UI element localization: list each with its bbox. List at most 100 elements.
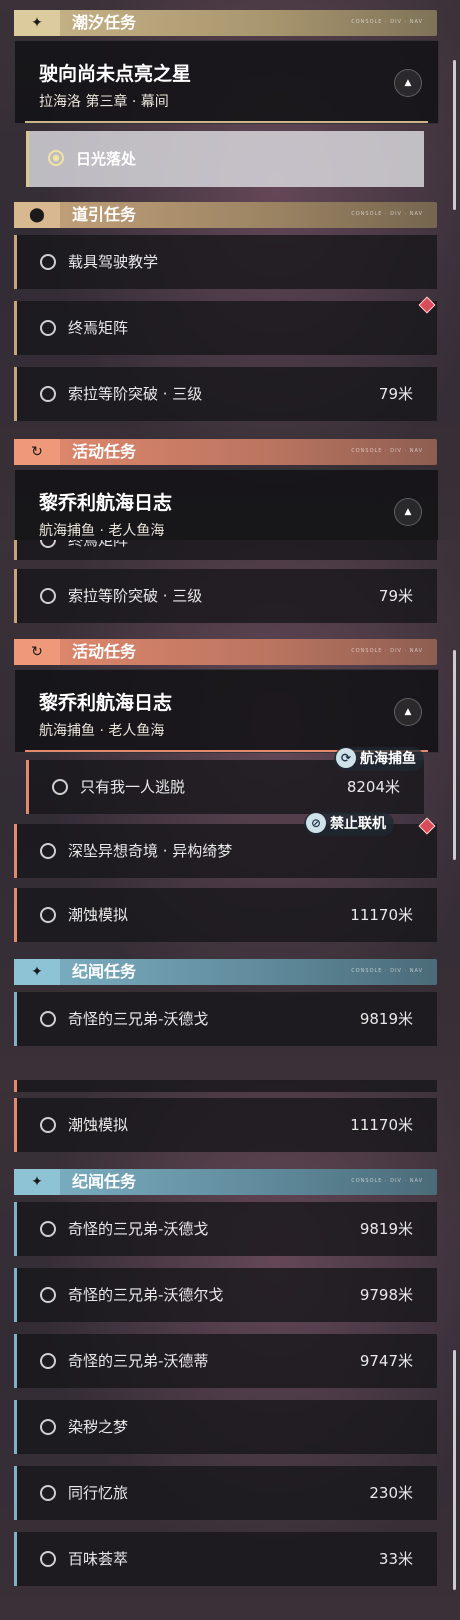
category-label: 活动任务 [72,642,137,661]
row-accent [14,992,17,1046]
row-accent [14,1466,17,1520]
row-accent [14,1532,17,1586]
category-header-event[interactable]: ↻ 活动任务 CONSOLE · DIV · NAV [14,439,437,465]
task-name: 日光落处 [76,150,137,168]
task-distance: 9747米 [359,1352,413,1370]
quest-subtitle: 航海捕鱼 · 老人鱼海 [39,523,165,539]
task-row[interactable]: 潮蚀模拟 11170米 [14,1098,437,1152]
radio-icon [40,254,56,270]
task-distance: 9798米 [359,1286,413,1304]
quest-card-event[interactable]: 黎乔利航海日志 航海捕鱼 · 老人鱼海 ▲ [14,669,439,753]
task-name: 奇怪的三兄弟-沃德戈 [68,1010,209,1028]
task-name: 深坠异想奇境 · 异构绮梦 [68,842,233,860]
radio-icon [40,1011,56,1027]
row-accent [14,824,17,878]
radio-icon [40,540,56,548]
task-row[interactable]: 同行忆旅 230米 [14,1466,437,1520]
screenshot-panel-1: ✦ 潮汐任务 CONSOLE · DIV · NAV 驶向尚未点亮之星 拉海洛 … [0,0,460,540]
category-header-guide[interactable]: ⬤ 道引任务 CONSOLE · DIV · NAV [14,202,437,228]
row-accent [14,301,17,355]
task-distance: 11170米 [350,1116,413,1134]
no-coop-icon: ⊘ [306,813,326,833]
selected-task-row[interactable]: 日光落处 [26,131,424,187]
row-accent [14,1400,17,1454]
category-tag: CONSOLE · DIV · NAV [351,648,423,654]
radio-icon [40,1221,56,1237]
category-tag: CONSOLE · DIV · NAV [351,19,423,25]
quest-title: 驶向尚未点亮之星 [39,63,192,85]
quest-card-event[interactable]: 黎乔利航海日志 航海捕鱼 · 老人鱼海 ▲ [14,469,439,540]
radio-icon [40,907,56,923]
task-name: 只有我一人逃脱 [80,778,186,796]
radio-icon [40,1551,56,1567]
task-name: 同行忆旅 [68,1484,129,1502]
category-header-event[interactable]: ↻ 活动任务 CONSOLE · DIV · NAV [14,639,437,665]
category-header-tide[interactable]: ✦ 潮汐任务 CONSOLE · DIV · NAV [14,10,437,36]
task-distance: 79米 [378,587,413,605]
category-label: 纪闻任务 [72,962,137,981]
task-row[interactable]: 终焉矩阵 [14,301,437,355]
category-label: 道引任务 [72,205,137,224]
radio-icon [40,1117,56,1133]
row-accent [14,367,17,421]
task-name: 奇怪的三兄弟-沃德戈 [68,1220,209,1238]
badge-label: 航海捕鱼 [360,751,416,767]
category-label: 纪闻任务 [72,1172,137,1191]
refresh-icon: ↻ [14,439,60,465]
row-accent [14,235,17,289]
task-name: 潮蚀模拟 [68,1116,129,1134]
sparkle-icon: ✦ [14,959,60,985]
task-distance: 9819米 [359,1010,413,1028]
task-row[interactable]: 奇怪的三兄弟-沃德尔戈 9798米 [14,1268,437,1322]
refresh-icon: ↻ [14,639,60,665]
task-row[interactable]: 索拉等阶突破 · 三级 79米 [14,569,437,623]
category-header-lore[interactable]: ✦ 纪闻任务 CONSOLE · DIV · NAV [14,1169,437,1195]
badge-label: 禁止联机 [330,816,386,832]
task-name: 奇怪的三兄弟-沃德尔戈 [68,1286,224,1304]
radio-selected-icon [48,150,64,166]
fishing-icon: ⟳ [336,748,356,768]
task-distance: 11170米 [350,906,413,924]
fishing-badge: ⟳ 航海捕鱼 [334,747,424,771]
expand-toggle-icon[interactable]: ▲ [394,698,422,726]
task-row[interactable]: 染秽之梦 [14,1400,437,1454]
category-header-lore[interactable]: ✦ 纪闻任务 CONSOLE · DIV · NAV [14,959,437,985]
task-row[interactable]: 奇怪的三兄弟-沃德戈 9819米 [14,992,437,1046]
scrollbar[interactable] [453,650,456,860]
radio-icon [40,588,56,604]
task-row[interactable]: 潮蚀模拟 11170米 [14,888,437,942]
task-name: 终焉矩阵 [68,540,129,549]
task-distance: 33米 [378,1550,413,1568]
quest-subtitle: 航海捕鱼 · 老人鱼海 [39,723,165,739]
radio-icon [40,386,56,402]
selection-bar [26,131,29,187]
task-row[interactable]: 奇怪的三兄弟-沃德戈 9819米 [14,1202,437,1256]
task-row[interactable]: 奇怪的三兄弟-沃德蒂 9747米 [14,1334,437,1388]
expand-toggle-icon[interactable]: ▲ [394,69,422,97]
category-tag: CONSOLE · DIV · NAV [351,968,423,974]
sparkle-icon: ✦ [14,1169,60,1195]
task-name: 百味荟萃 [68,1550,129,1568]
category-tag: CONSOLE · DIV · NAV [351,211,423,217]
task-row-partial[interactable]: 终焉矩阵 [14,540,437,560]
row-accent [14,1080,17,1092]
task-distance: 9819米 [359,1220,413,1238]
radio-icon [40,1287,56,1303]
task-row[interactable]: 载具驾驶教学 [14,235,437,289]
row-accent [14,1268,17,1322]
task-row-partial [14,1080,437,1092]
radio-icon [40,1419,56,1435]
category-tag: CONSOLE · DIV · NAV [351,448,423,454]
card-underline [25,121,428,123]
task-row[interactable]: 索拉等阶突破 · 三级 79米 [14,367,437,421]
scrollbar[interactable] [453,60,456,210]
radio-icon [40,1353,56,1369]
expand-toggle-icon[interactable]: ▲ [394,498,422,526]
quest-card-tide[interactable]: 驶向尚未点亮之星 拉海洛 第三章 · 幕间 ▲ [14,40,439,124]
scrollbar[interactable] [453,1350,456,1590]
task-name: 潮蚀模拟 [68,906,129,924]
quest-subtitle: 拉海洛 第三章 · 幕间 [39,94,169,110]
screenshot-panel-3: 潮蚀模拟 11170米 ✦ 纪闻任务 CONSOLE · DIV · NAV 奇… [0,1080,460,1620]
task-row[interactable]: 百味荟萃 33米 [14,1532,437,1586]
row-accent [14,1334,17,1388]
